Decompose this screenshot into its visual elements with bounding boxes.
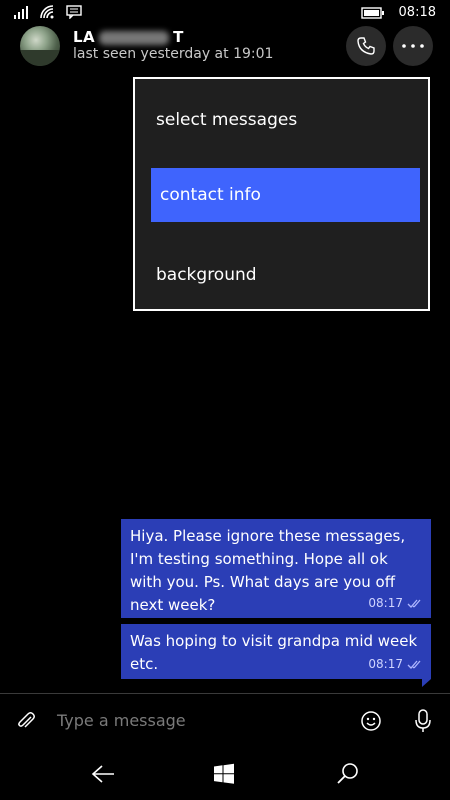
more-options-button[interactable] [393,26,433,66]
back-arrow-icon[interactable] [90,764,116,784]
last-seen-status: last seen yesterday at 19:01 [73,46,274,62]
message-input[interactable]: Type a message [57,711,186,730]
status-bar: 08:18 [0,0,450,28]
clock: 08:18 [398,5,436,20]
message-time: 08:17 [368,596,403,610]
menu-item-background[interactable]: background [135,248,428,302]
attachment-icon[interactable] [15,710,37,732]
divider [0,693,450,694]
phone-icon [356,36,376,56]
wifi-icon [40,5,56,19]
message-meta: 08:17 [368,653,425,676]
message-bubble[interactable]: Was hoping to visit grandpa mid week etc… [121,624,431,687]
ellipsis-icon [401,44,425,48]
system-nav-bar [0,750,450,800]
windows-start-icon[interactable] [213,763,235,785]
call-button[interactable] [346,26,386,66]
message-composer: Type a message [0,700,450,744]
message-bubble[interactable]: Hiya. Please ignore these messages, I'm … [121,519,431,618]
search-icon[interactable] [336,762,360,786]
microphone-icon[interactable] [414,709,432,733]
menu-item-contact-info[interactable]: contact info [151,168,420,222]
redacted-name [99,30,170,45]
chat-header: LA T last seen yesterday at 19:01 [0,26,450,72]
context-menu: select messages contact info background [133,77,430,311]
message-notification-icon [66,5,82,19]
double-check-icon [407,599,425,609]
avatar[interactable] [20,26,60,66]
battery-icon [360,6,385,19]
emoji-icon[interactable] [360,710,382,732]
message-meta: 08:17 [368,592,425,615]
double-check-icon [407,660,425,670]
message-time: 08:17 [368,657,403,671]
signal-icon [14,5,30,19]
bubble-tail [422,679,431,687]
menu-item-select-messages[interactable]: select messages [135,93,428,147]
contact-name[interactable]: LA T [73,28,184,46]
